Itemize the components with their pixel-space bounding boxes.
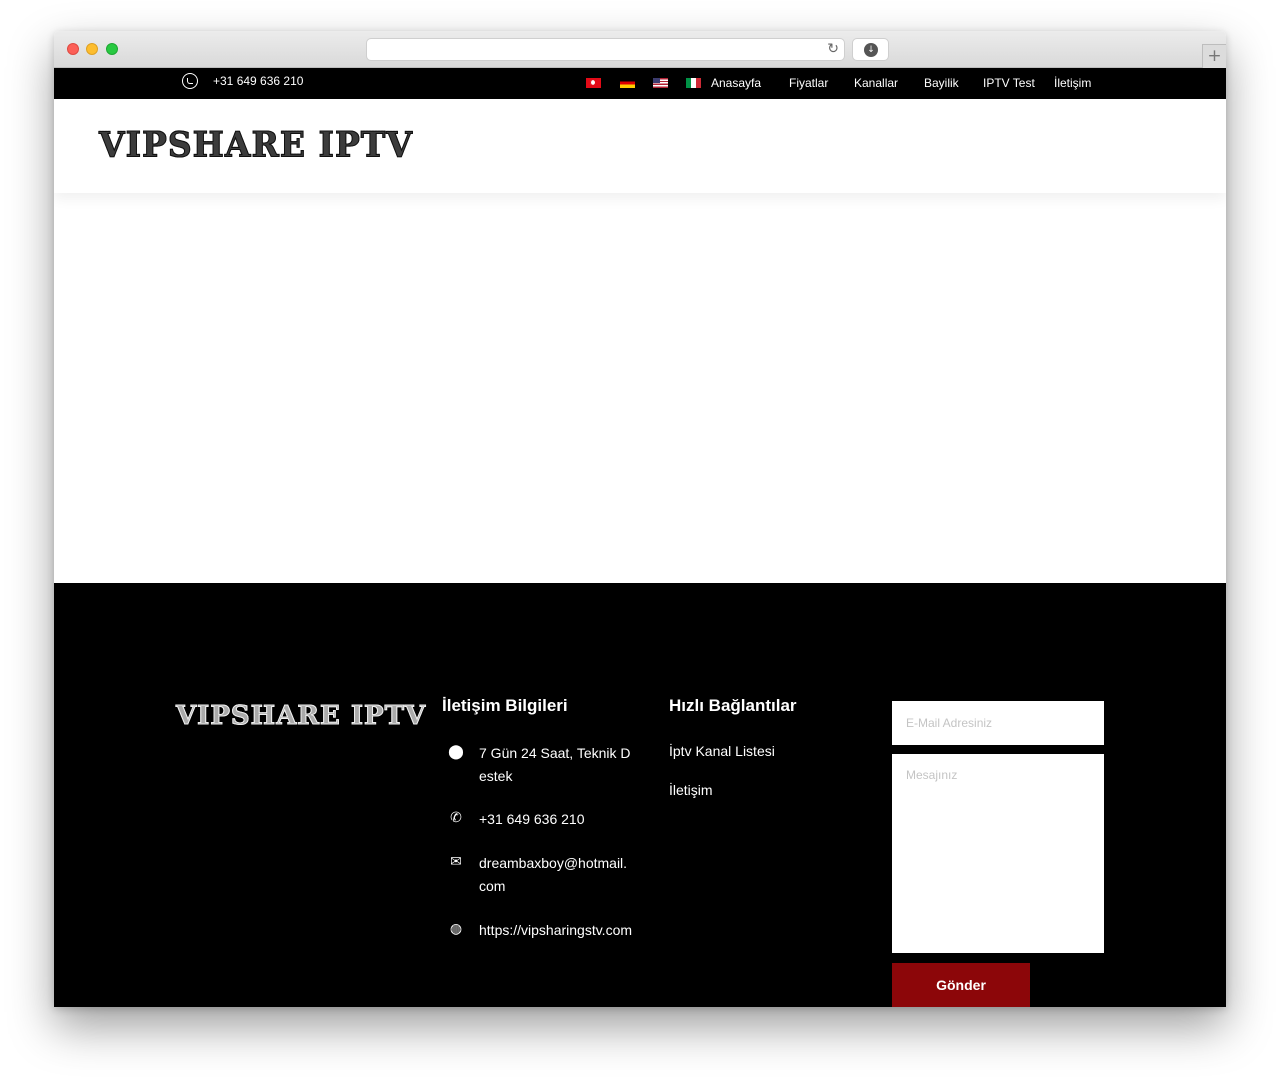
site-header: VIPSHARE IPTV xyxy=(54,99,1226,193)
new-tab-button[interactable]: + xyxy=(1202,44,1226,68)
email-field[interactable] xyxy=(892,701,1104,745)
close-window-button[interactable] xyxy=(67,43,79,55)
top-bar: +31 649 636 210 Anasayfa Fiyatlar Kanall… xyxy=(54,68,1226,99)
quick-links-title: Hızlı Bağlantılar xyxy=(669,696,797,715)
nav-bayilik[interactable]: Bayilik xyxy=(924,76,959,90)
map-marker-icon: ⬤ xyxy=(448,744,464,760)
browser-titlebar: ↻ ↓ + xyxy=(54,31,1226,68)
address-bar[interactable]: ↻ xyxy=(366,38,845,61)
minimize-window-button[interactable] xyxy=(86,43,98,55)
nav-kanallar[interactable]: Kanallar xyxy=(854,76,898,90)
globe-icon: ◍ xyxy=(449,921,463,937)
nav-anasayfa[interactable]: Anasayfa xyxy=(711,76,761,90)
topbar-phone[interactable]: +31 649 636 210 xyxy=(213,74,303,88)
italian-flag-icon[interactable] xyxy=(686,78,701,88)
reload-icon[interactable]: ↻ xyxy=(827,41,839,57)
link-channel-list[interactable]: İptv Kanal Listesi xyxy=(669,743,775,759)
site-logo[interactable]: VIPSHARE IPTV xyxy=(99,124,413,166)
footer-logo: VIPSHARE IPTV xyxy=(175,701,427,732)
whatsapp-icon xyxy=(182,73,198,89)
contact-hours: 7 Gün 24 Saat, Teknik Destek xyxy=(479,745,631,784)
submit-button[interactable]: Gönder xyxy=(892,963,1030,1007)
german-flag-icon[interactable] xyxy=(620,78,635,88)
browser-window: ↻ ↓ + +31 649 636 210 Anasayfa Fiyatlar … xyxy=(54,31,1226,1007)
nav-iptv-test[interactable]: IPTV Test xyxy=(983,76,1035,90)
download-icon: ↓ xyxy=(864,43,878,57)
nav-iletisim[interactable]: İletişim xyxy=(1054,76,1091,90)
phone-icon: ✆ xyxy=(450,810,462,826)
envelope-icon: ✉ xyxy=(450,854,462,870)
link-contact[interactable]: İletişim xyxy=(669,782,713,798)
nav-fiyatlar[interactable]: Fiyatlar xyxy=(789,76,828,90)
turkish-flag-icon[interactable] xyxy=(586,78,601,88)
contact-title: İletişim Bilgileri xyxy=(442,696,568,715)
contact-website[interactable]: https://vipsharingstv.com xyxy=(479,919,633,942)
message-field[interactable] xyxy=(892,754,1104,953)
contact-email[interactable]: dreambaxboy@hotmail.com xyxy=(479,852,633,898)
contact-phone[interactable]: +31 649 636 210 xyxy=(479,808,633,831)
site-footer: VIPSHARE IPTV İletişim Bilgileri ⬤ 7 Gün… xyxy=(54,583,1226,1007)
downloads-button[interactable]: ↓ xyxy=(852,38,889,61)
zoom-window-button[interactable] xyxy=(106,43,118,55)
us-flag-icon[interactable] xyxy=(653,78,668,88)
